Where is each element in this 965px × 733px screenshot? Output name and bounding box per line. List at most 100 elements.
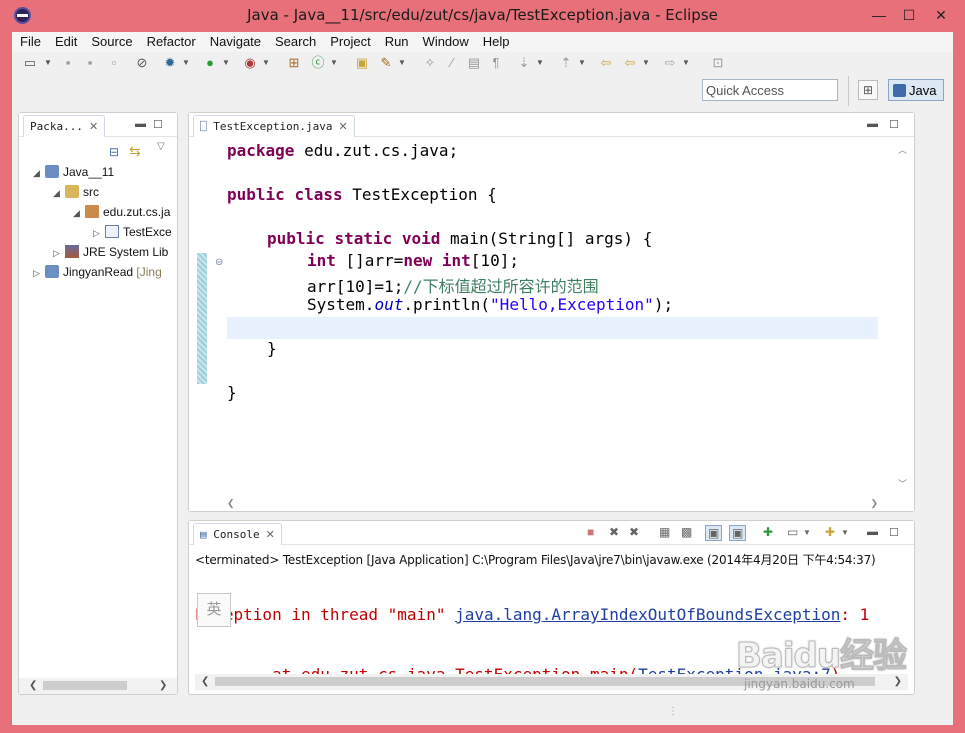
- scroll-left-icon[interactable]: ❮: [227, 498, 235, 509]
- maximize-icon[interactable]: ☐: [153, 118, 163, 131]
- block-selection-icon[interactable]: ▤: [466, 55, 482, 71]
- tab-console[interactable]: ▤ Console ✕: [193, 523, 282, 545]
- scroll-right-icon[interactable]: ❯: [159, 680, 167, 691]
- tree-item-jre[interactable]: ▷ JRE System Lib: [53, 245, 168, 263]
- close-icon[interactable]: ✕: [266, 528, 275, 541]
- close-icon[interactable]: ✕: [89, 120, 98, 133]
- display-console-dropdown-icon[interactable]: ▼: [803, 528, 811, 537]
- open-console-dropdown-icon[interactable]: ▼: [841, 528, 849, 537]
- pin-editor-icon[interactable]: ⊡: [710, 55, 726, 71]
- terminate-icon[interactable]: ■: [587, 525, 594, 539]
- external-tools-icon[interactable]: ◉: [242, 55, 258, 71]
- close-button[interactable]: ✕: [927, 4, 955, 26]
- remove-launch-icon[interactable]: ✖: [609, 525, 619, 539]
- menu-file[interactable]: File: [12, 32, 47, 49]
- collapse-all-icon[interactable]: ⊟: [109, 145, 119, 159]
- horizontal-scrollbar[interactable]: ❮ ❯: [19, 678, 177, 694]
- print-icon[interactable]: ▫: [106, 55, 122, 71]
- code-editor[interactable]: ⊖ package edu.zut.cs.java; public class …: [189, 137, 914, 511]
- open-perspective-icon[interactable]: ⊞: [858, 80, 878, 100]
- new-class-dropdown-icon[interactable]: ▼: [326, 55, 342, 71]
- show-on-stdout-icon[interactable]: ▣: [705, 525, 723, 541]
- scrollbar-thumb[interactable]: [43, 681, 127, 690]
- exception-link[interactable]: java.lang.ArrayIndexOutOfBoundsException: [455, 605, 840, 624]
- menu-source[interactable]: Source: [83, 32, 138, 49]
- menu-refactor[interactable]: Refactor: [139, 32, 202, 49]
- tab-package-explorer[interactable]: Packa... ✕: [23, 115, 106, 137]
- expanded-arrow-icon[interactable]: ◢: [33, 168, 45, 179]
- scroll-down-icon[interactable]: ﹀: [898, 477, 907, 490]
- menu-project[interactable]: Project: [322, 32, 376, 49]
- forward-icon[interactable]: ⇨: [662, 55, 678, 71]
- tree-item-project[interactable]: ◢ Java__11: [33, 165, 114, 183]
- scroll-lock-icon[interactable]: ▩: [681, 525, 692, 539]
- view-menu-icon[interactable]: ▽: [157, 141, 165, 152]
- open-console-icon[interactable]: ✚: [825, 525, 835, 539]
- new-class-icon[interactable]: ⓒ: [310, 55, 326, 71]
- tab-testexception-java[interactable]: ⎕ TestException.java ✕: [193, 115, 355, 137]
- toggle-mark-icon[interactable]: ✧: [422, 55, 438, 71]
- clear-console-icon[interactable]: ▦: [659, 525, 670, 539]
- prev-annotation-icon[interactable]: ⇡: [558, 55, 574, 71]
- java-perspective-button[interactable]: Java: [888, 79, 944, 101]
- scroll-left-icon[interactable]: ❮: [29, 680, 37, 691]
- menu-navigate[interactable]: Navigate: [202, 32, 267, 49]
- drag-handle[interactable]: ⋮: [668, 706, 678, 717]
- tree-item-class[interactable]: ▷ TestExce: [93, 225, 172, 243]
- expanded-arrow-icon[interactable]: ◢: [73, 208, 85, 219]
- collapsed-arrow-icon[interactable]: ▷: [33, 268, 45, 279]
- tree-item-package[interactable]: ◢ edu.zut.cs.ja: [73, 205, 170, 223]
- next-annotation-icon[interactable]: ⇣: [516, 55, 532, 71]
- search-icon[interactable]: ✎: [378, 55, 394, 71]
- tree-item-src[interactable]: ◢ src: [53, 185, 99, 203]
- collapsed-arrow-icon[interactable]: ▷: [93, 228, 105, 239]
- menu-edit[interactable]: Edit: [47, 32, 83, 49]
- maximize-icon[interactable]: ☐: [889, 118, 899, 131]
- minimize-icon[interactable]: ▬: [867, 118, 878, 130]
- menu-search[interactable]: Search: [267, 32, 322, 49]
- tree-item-jingyanread[interactable]: ▷ JingyanRead [Jing: [33, 265, 162, 283]
- pin-console-icon[interactable]: ✚: [763, 525, 773, 539]
- back-icon[interactable]: ⇦: [622, 55, 638, 71]
- display-selected-console-icon[interactable]: ▭: [787, 525, 798, 539]
- run-icon[interactable]: ●: [202, 55, 218, 71]
- next-annotation-dropdown-icon[interactable]: ▼: [532, 55, 548, 71]
- search-dropdown-icon[interactable]: ▼: [394, 55, 410, 71]
- back-dropdown-icon[interactable]: ▼: [638, 55, 654, 71]
- menu-run[interactable]: Run: [377, 32, 415, 49]
- open-type-icon[interactable]: ▣: [354, 55, 370, 71]
- save-icon[interactable]: ▪: [60, 55, 76, 71]
- collapsed-arrow-icon[interactable]: ▷: [53, 248, 65, 259]
- remove-all-terminated-icon[interactable]: ✖: [629, 525, 639, 539]
- last-edit-icon[interactable]: ⇦: [598, 55, 614, 71]
- fold-collapse-icon[interactable]: ⊖: [215, 257, 223, 268]
- annotation-icon[interactable]: ⁄: [444, 55, 460, 71]
- maximize-icon[interactable]: ☐: [889, 526, 899, 539]
- prev-annotation-dropdown-icon[interactable]: ▼: [574, 55, 590, 71]
- minimize-icon[interactable]: ▬: [135, 118, 146, 130]
- run-dropdown-icon[interactable]: ▼: [218, 55, 234, 71]
- vertical-scrollbar[interactable]: ︿ ﹀: [898, 143, 910, 499]
- debug-icon[interactable]: ✹: [162, 55, 178, 71]
- save-all-icon[interactable]: ▪: [82, 55, 98, 71]
- debug-dropdown-icon[interactable]: ▼: [178, 55, 194, 71]
- menu-help[interactable]: Help: [475, 32, 516, 49]
- scroll-right-icon[interactable]: ❯: [870, 498, 878, 509]
- skip-breakpoints-icon[interactable]: ⊘: [134, 55, 150, 71]
- scroll-left-icon[interactable]: ❮: [201, 676, 209, 687]
- new-dropdown-icon[interactable]: ▼: [40, 55, 56, 71]
- scroll-up-icon[interactable]: ︿: [898, 143, 907, 156]
- new-icon[interactable]: ▭: [22, 55, 38, 71]
- minimize-icon[interactable]: ▬: [867, 526, 878, 538]
- expanded-arrow-icon[interactable]: ◢: [53, 188, 65, 199]
- new-package-icon[interactable]: ⊞: [286, 55, 302, 71]
- link-with-editor-icon[interactable]: ⇆: [129, 143, 141, 160]
- quick-access-input[interactable]: Quick Access: [702, 79, 838, 101]
- external-tools-dropdown-icon[interactable]: ▼: [258, 55, 274, 71]
- maximize-button[interactable]: ☐: [895, 4, 923, 26]
- forward-dropdown-icon[interactable]: ▼: [678, 55, 694, 71]
- close-icon[interactable]: ✕: [338, 120, 347, 133]
- minimize-button[interactable]: —: [865, 4, 893, 26]
- show-on-stderr-icon[interactable]: ▣: [729, 525, 747, 541]
- show-whitespace-icon[interactable]: ¶: [488, 55, 504, 71]
